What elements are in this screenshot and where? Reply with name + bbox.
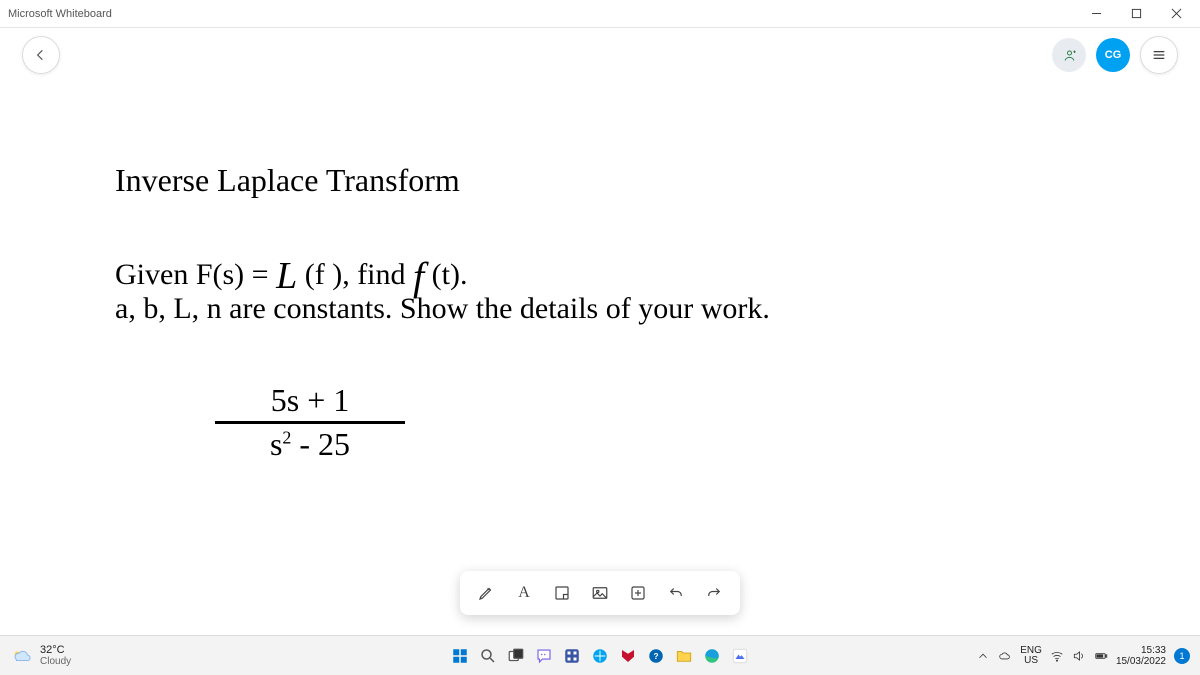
weather-desc: Cloudy (40, 656, 71, 667)
taskbar-systray: ENG US 15:33 15/03/2022 1 (976, 645, 1190, 667)
minimize-button[interactable] (1076, 2, 1116, 26)
app-icon-4[interactable]: ? (645, 645, 667, 667)
taskbar-center: ? (449, 645, 751, 667)
chat-button[interactable] (533, 645, 555, 667)
fraction-denominator: s2 - 25 (215, 424, 405, 463)
problem-mid: (f ), find (297, 258, 413, 291)
app-icon-1[interactable] (561, 645, 583, 667)
whiteboard-toolbar: A (460, 571, 740, 615)
volume-icon[interactable] (1072, 649, 1086, 663)
user-initials: CG (1105, 49, 1122, 61)
maximize-button[interactable] (1116, 2, 1156, 26)
pen-tool[interactable] (468, 575, 504, 611)
notification-badge[interactable]: 1 (1174, 648, 1190, 664)
canvas-problem-line1: Given F(s) = L (f ), find f (t). (115, 247, 467, 294)
window-controls (1076, 2, 1196, 26)
canvas-title: Inverse Laplace Transform (115, 162, 460, 199)
cloud-icon[interactable] (998, 649, 1012, 663)
close-button[interactable] (1156, 2, 1196, 26)
task-view-button[interactable] (505, 645, 527, 667)
svg-text:?: ? (653, 652, 658, 661)
image-tool[interactable] (582, 575, 618, 611)
canvas-problem-line2: a, b, L, n are constants. Show the detai… (115, 292, 770, 326)
wifi-icon[interactable] (1050, 649, 1064, 663)
whiteboard-canvas[interactable]: Inverse Laplace Transform Given F(s) = L… (0, 82, 1200, 635)
weather-temp: 32°C (40, 644, 71, 656)
settings-menu-button[interactable] (1140, 36, 1178, 74)
add-tool[interactable] (620, 575, 656, 611)
app-icon-3[interactable] (617, 645, 639, 667)
app-icon-2[interactable] (589, 645, 611, 667)
note-tool[interactable] (544, 575, 580, 611)
fraction-numerator: 5s + 1 (215, 382, 405, 421)
search-button[interactable] (477, 645, 499, 667)
clock[interactable]: 15:33 15/03/2022 (1116, 645, 1166, 667)
problem-prefix: Given F(s) = (115, 258, 276, 291)
windows-taskbar: 32°C Cloudy ? ENG US 15:33 15/03/2022 1 (0, 635, 1200, 675)
edge-button[interactable] (701, 645, 723, 667)
language-indicator[interactable]: ENG US (1020, 646, 1042, 666)
text-tool[interactable]: A (506, 575, 542, 611)
back-button[interactable] (22, 36, 60, 74)
redo-button[interactable] (696, 575, 732, 611)
canvas-fraction: 5s + 1 s2 - 25 (215, 382, 405, 463)
window-titlebar: Microsoft Whiteboard (0, 0, 1200, 28)
undo-button[interactable] (658, 575, 694, 611)
share-button[interactable] (1052, 38, 1086, 72)
chevron-up-icon[interactable] (976, 649, 990, 663)
start-button[interactable] (449, 645, 471, 667)
weather-icon (10, 645, 32, 667)
app-icon-5[interactable] (729, 645, 751, 667)
battery-icon[interactable] (1094, 649, 1108, 663)
problem-suffix: (t). (424, 258, 467, 291)
taskbar-weather[interactable]: 32°C Cloudy (10, 644, 71, 667)
app-header: CG (0, 28, 1200, 82)
window-title: Microsoft Whiteboard (8, 8, 112, 20)
file-explorer-button[interactable] (673, 645, 695, 667)
user-avatar[interactable]: CG (1096, 38, 1130, 72)
